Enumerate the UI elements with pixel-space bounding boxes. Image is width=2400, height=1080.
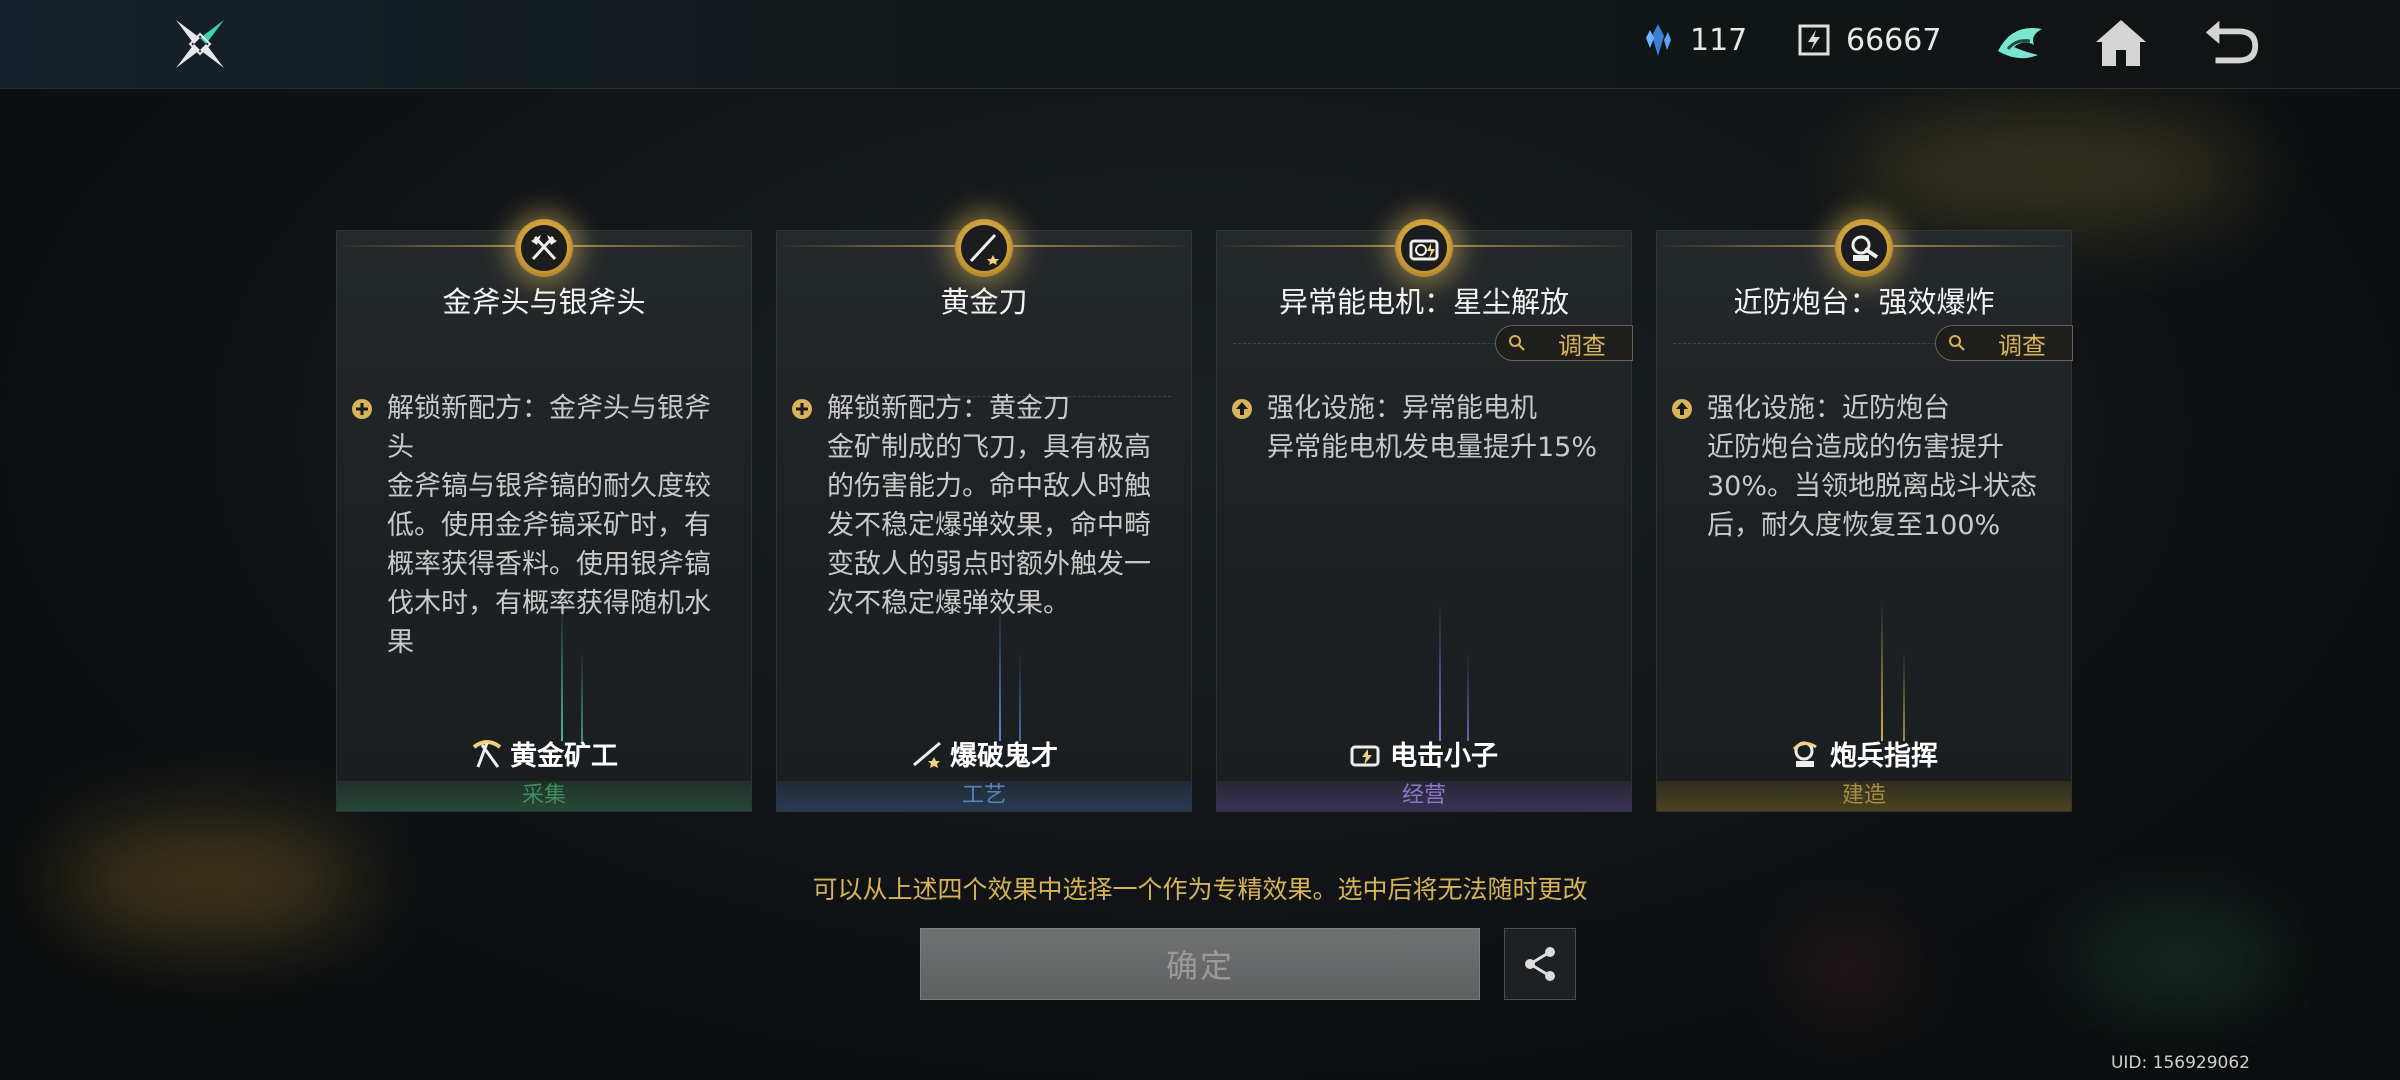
background-glow	[1850, 110, 2250, 230]
battery-icon	[1350, 745, 1380, 766]
upgrade-icon	[1672, 399, 1692, 419]
glow-line	[1439, 601, 1441, 741]
background-glow	[1800, 940, 1900, 1000]
glow-line	[1019, 651, 1021, 741]
search-icon	[1949, 335, 1965, 351]
coupon-icon	[1798, 24, 1830, 56]
coupon-counter[interactable]: 66667	[1796, 22, 1941, 58]
effect-body: 金矿制成的飞刀，具有极高的伤害能力。命中敌人时触发不稳定爆弹效果，命中畸变敌人的…	[827, 432, 1151, 619]
user-id: UID: 156929062	[2110, 1053, 2250, 1073]
generator-icon	[1395, 219, 1453, 277]
glow-line	[1903, 651, 1905, 741]
glow-line	[1881, 601, 1883, 741]
knife-icon	[955, 219, 1013, 277]
effect-heading: 强化设施：近防炮台	[1707, 393, 1950, 424]
crossed-axes-icon	[515, 219, 573, 277]
role-label: 炮兵指挥	[1657, 734, 2071, 773]
upgrade-icon	[1232, 399, 1252, 419]
selection-hint: 可以从上述四个效果中选择一个作为专精效果。选中后将无法随时更改	[812, 875, 1588, 904]
effect-card-generator[interactable]: 异常能电机：星尘解放 调查 强化设施：异常能电机 异常能电机发电量提升15% 电…	[1216, 219, 1633, 812]
investigate-label: 调查	[1558, 331, 1606, 360]
card-title: 金斧头与银斧头	[442, 285, 646, 319]
card-effect: 强化设施：近防炮台 近防炮台造成的伤害提升30%。当领地脱离战斗状态后，耐久度恢…	[1671, 389, 2057, 545]
glow-line	[999, 601, 1001, 741]
effect-body: 金斧镐与银斧镐的耐久度较低。使用金斧镐采矿时，有概率获得香料。使用银斧镐伐木时，…	[387, 471, 711, 658]
background-glow	[2080, 920, 2280, 1000]
role-label: 爆破鬼才	[777, 734, 1191, 773]
pickaxe-icon	[472, 739, 502, 768]
effect-heading: 强化设施：异常能电机	[1267, 393, 1537, 424]
turret-icon	[1835, 219, 1893, 277]
investigate-button[interactable]: 调查	[1935, 325, 2073, 361]
plus-icon	[792, 399, 812, 419]
role-label: 黄金矿工	[337, 734, 751, 773]
glow-line	[1467, 651, 1469, 741]
share-icon	[1525, 947, 1555, 981]
role-name: 电击小子	[1390, 741, 1498, 772]
top-bar: 117 66667	[0, 0, 2400, 89]
helmet-icon[interactable]	[1990, 12, 2052, 74]
dagger-icon	[913, 741, 941, 768]
card-title: 异常能电机：星尘解放	[1278, 285, 1569, 319]
commander-icon	[1792, 741, 1817, 767]
role-name: 炮兵指挥	[1830, 741, 1938, 772]
glow-line	[561, 601, 563, 741]
category-tag: 经营	[1217, 781, 1631, 811]
effect-card-gold-axe[interactable]: 金斧头与银斧头 解锁新配方：金斧头与银斧头 金斧镐与银斧镐的耐久度较低。使用金斧…	[336, 219, 752, 812]
role-name: 黄金矿工	[510, 741, 618, 772]
back-arrow-icon	[2205, 20, 2259, 64]
confirm-button[interactable]: 确定	[920, 928, 1480, 1000]
effect-heading: 解锁新配方：黄金刀	[827, 393, 1070, 424]
menu-logo-icon[interactable]	[170, 14, 230, 74]
category-tag: 建造	[1657, 781, 2071, 811]
crystal-value: 117	[1690, 22, 1748, 58]
category-tag: 采集	[337, 781, 751, 811]
effect-body: 异常能电机发电量提升15%	[1267, 432, 1598, 463]
coupon-value: 66667	[1846, 22, 1942, 58]
home-button[interactable]	[2090, 12, 2152, 74]
role-name: 爆破鬼才	[950, 741, 1058, 772]
investigate-label: 调查	[1998, 331, 2046, 360]
crystal-icon	[1646, 24, 1671, 56]
crystal-counter[interactable]: 117	[1640, 22, 1747, 58]
home-icon	[2096, 20, 2146, 66]
card-effect: 强化设施：异常能电机 异常能电机发电量提升15%	[1231, 389, 1617, 467]
search-icon	[1509, 335, 1525, 351]
card-effect: 解锁新配方：金斧头与银斧头 金斧镐与银斧镐的耐久度较低。使用金斧镐采矿时，有概率…	[351, 389, 737, 662]
effect-body: 近防炮台造成的伤害提升30%。当领地脱离战斗状态后，耐久度恢复至100%	[1707, 432, 2038, 541]
card-title: 近防炮台：强效爆炸	[1733, 285, 1995, 319]
category-tag: 工艺	[777, 781, 1191, 811]
share-button[interactable]	[1504, 928, 1576, 1000]
effect-card-turret[interactable]: 近防炮台：强效爆炸 调查 强化设施：近防炮台 近防炮台造成的伤害提升30%。当领…	[1656, 219, 2073, 812]
investigate-button[interactable]: 调查	[1495, 325, 1633, 361]
effect-heading: 解锁新配方：金斧头与银斧头	[387, 393, 711, 463]
card-effect: 解锁新配方：黄金刀 金矿制成的飞刀，具有极高的伤害能力。命中敌人时触发不稳定爆弹…	[791, 389, 1177, 623]
card-title: 黄金刀	[940, 285, 1028, 319]
plus-icon	[352, 399, 372, 419]
effect-card-gold-knife[interactable]: 黄金刀 解锁新配方：黄金刀 金矿制成的飞刀，具有极高的伤害能力。命中敌人时触发不…	[776, 219, 1192, 812]
back-button[interactable]	[2200, 12, 2262, 74]
role-label: 电击小子	[1217, 734, 1631, 773]
glow-line	[581, 651, 583, 741]
